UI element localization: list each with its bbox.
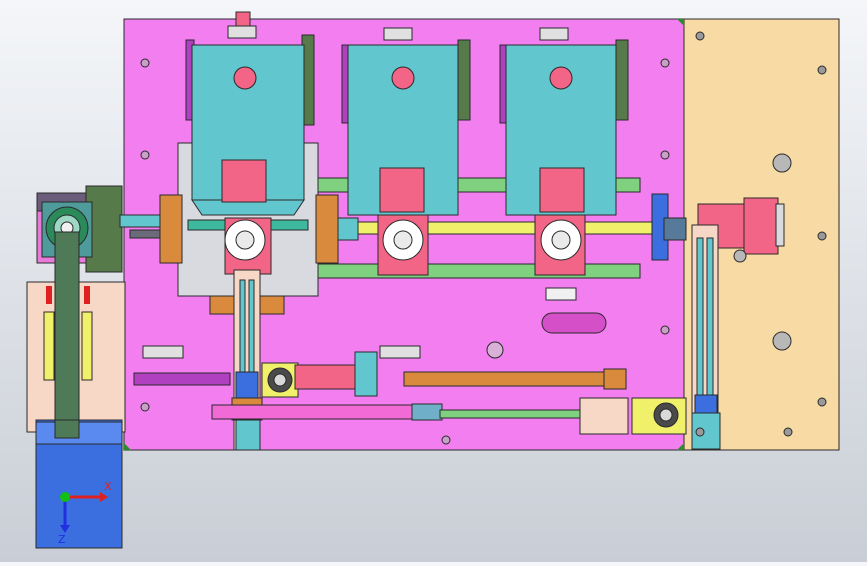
right-coupling	[663, 217, 687, 241]
right-plate-hole	[772, 331, 792, 351]
carriage-3-motor[interactable]	[539, 167, 585, 213]
carriage-2-top-lug	[383, 27, 413, 41]
plate-screw	[660, 325, 670, 335]
bearing-1-bore	[273, 373, 287, 387]
plate-screw	[441, 435, 451, 445]
right-plate-screw	[695, 427, 705, 437]
right-plate-hole	[733, 249, 747, 263]
lower-right-clamp	[579, 397, 629, 435]
left-red-stop	[46, 286, 52, 304]
carriage-2-roller-hub	[393, 230, 413, 250]
carriage-1-boss	[233, 66, 257, 90]
orange-cylinder[interactable]	[403, 371, 605, 387]
carriage-3-boss	[549, 66, 573, 90]
carriage-1-top-lug	[227, 25, 257, 39]
right-slide-stop	[694, 394, 718, 416]
carriage-2-boss	[391, 66, 415, 90]
orange-cylinder-cap	[603, 368, 627, 390]
left-yellow-guide	[43, 311, 55, 381]
pink-connector	[294, 364, 356, 390]
left-arm-lower	[54, 419, 80, 439]
plate-screw	[140, 402, 150, 412]
cad-viewport[interactable]: X Z	[0, 0, 867, 562]
left-vertical-arm[interactable]	[54, 231, 80, 439]
lower-guide-rail[interactable]	[317, 263, 641, 279]
plate-screw	[140, 58, 150, 68]
plate-screw	[660, 58, 670, 68]
center-slot	[541, 312, 607, 334]
carriage-3-side-plate-right	[615, 39, 629, 121]
right-plate-screw	[817, 231, 827, 241]
right-plate-screw	[695, 31, 705, 41]
purple-rail[interactable]	[133, 372, 231, 386]
magenta-cylinder[interactable]	[211, 404, 413, 420]
carriage-1-roller-hub	[235, 230, 255, 250]
right-vertical-slide[interactable]	[691, 224, 719, 414]
carriage-1-side-block	[315, 194, 339, 264]
right-plate-screw	[817, 65, 827, 75]
left-lower-base	[235, 419, 261, 451]
plate-screw	[140, 150, 150, 160]
carriage-1-motor[interactable]	[221, 159, 267, 203]
carriage-2-motor[interactable]	[379, 167, 425, 213]
carriage-3-roller-hub	[551, 230, 571, 250]
drive-motor-shaft-cap	[775, 203, 785, 247]
sensor-bracket	[142, 345, 184, 359]
plate-screw	[660, 150, 670, 160]
drive-motor-flange	[743, 197, 779, 255]
left-lower-stop	[235, 371, 259, 401]
right-plate-screw	[783, 427, 793, 437]
right-plate-screw	[817, 397, 827, 407]
triad-x-label: X	[104, 480, 112, 493]
carriage-2-side-plate-right	[457, 39, 471, 121]
triad-z-label: Z	[58, 533, 66, 546]
shaft-coupling	[337, 217, 359, 241]
carriage-1-side-block	[159, 194, 183, 264]
carriage-3-top-lug	[539, 27, 569, 41]
magenta-cylinder-rod	[411, 403, 443, 421]
right-slide-rod	[696, 237, 704, 399]
left-red-stop	[84, 286, 90, 304]
teal-bracket	[354, 351, 378, 397]
small-bracket	[545, 287, 577, 301]
bearing-2-bore	[659, 408, 673, 422]
locating-hole	[486, 341, 504, 359]
right-plate-hole	[772, 153, 792, 173]
left-shaft-stub	[129, 229, 161, 239]
assembly-drawing[interactable]: X Z	[0, 0, 867, 562]
left-shaft-stub	[119, 214, 161, 228]
lower-tie-rod	[439, 409, 581, 419]
sensor-bracket	[379, 345, 421, 359]
right-slide-rod	[706, 237, 714, 399]
left-yellow-guide	[81, 311, 93, 381]
